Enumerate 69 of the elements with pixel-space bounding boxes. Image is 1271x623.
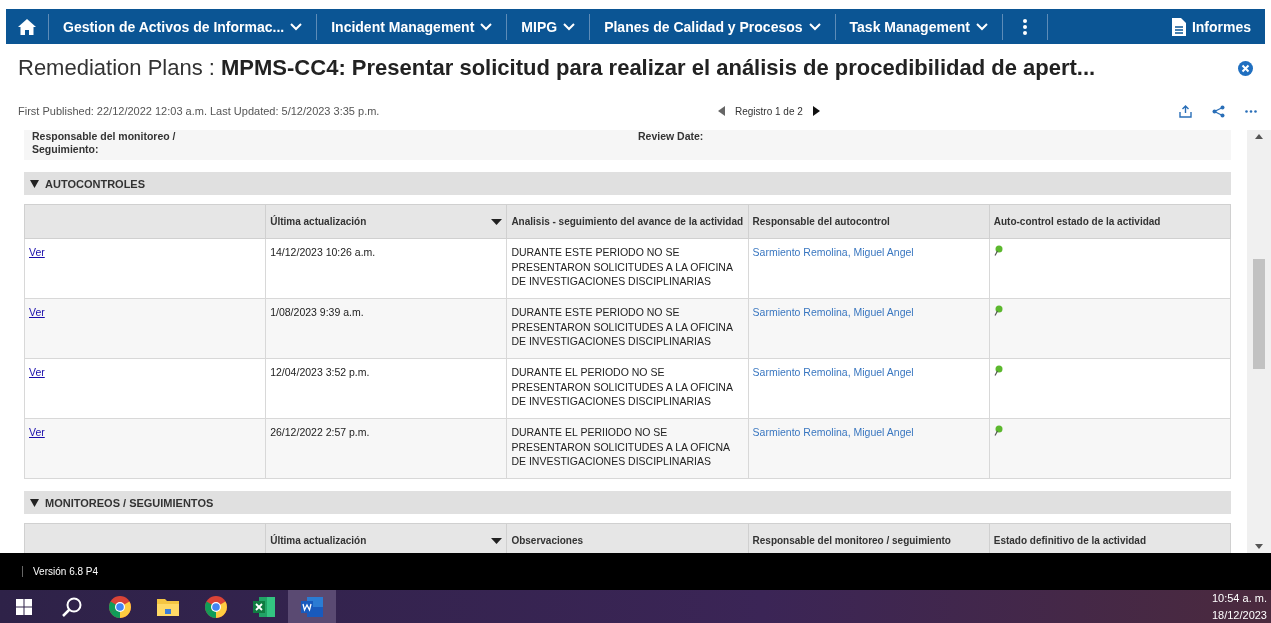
pager-label: Registro 1 de 2 bbox=[735, 105, 803, 117]
clock-date: 18/12/2023 bbox=[1211, 607, 1267, 623]
section-header[interactable]: MONITOREOS / SEGUIMIENTOS bbox=[24, 491, 1231, 514]
chevron-down-icon bbox=[563, 22, 576, 31]
owner-link[interactable]: Sarmiento Remolina, Miguel Angel bbox=[752, 426, 914, 438]
nav-menu[interactable]: Incident Management bbox=[317, 9, 507, 44]
column-label: Responsable del autocontrol bbox=[752, 216, 891, 227]
publish-info: First Published: 22/12/2022 12:03 a.m. Last Updated: 5/12/2023 3:35 p.m. bbox=[18, 105, 381, 117]
chevron-down-icon bbox=[975, 22, 988, 31]
home-icon bbox=[18, 18, 36, 35]
document-icon bbox=[300, 595, 324, 618]
column-label: Responsable del monitoreo / seguimiento bbox=[752, 535, 952, 546]
windows-icon bbox=[16, 598, 32, 615]
chrome-icon bbox=[204, 594, 228, 619]
more-icon[interactable] bbox=[1245, 109, 1257, 113]
column-label: Estado definitivo de la actividad bbox=[993, 535, 1147, 546]
table-cell: 14/12/2023 10:26 a.m. bbox=[265, 238, 507, 299]
column-label: Observaciones bbox=[511, 535, 585, 546]
column-label: Última actualización bbox=[270, 216, 368, 227]
chevron-down-icon bbox=[480, 22, 493, 31]
close-icon[interactable] bbox=[1238, 60, 1253, 76]
caret-icon bbox=[30, 498, 39, 507]
scroll-thumb[interactable] bbox=[1253, 259, 1265, 369]
column-label: Auto-control estado de la actividad bbox=[993, 216, 1162, 227]
table-cell: 12/04/2023 3:52 p.m. bbox=[265, 358, 507, 419]
chevron-down-icon bbox=[290, 22, 303, 31]
table-cell: DURANTE EL PERIIODO NO SE PRESENTARON SOLICITUDES A LA OFICNA DE INVESTIGACIONES DISCIPLINARIAS bbox=[506, 418, 749, 479]
chrome-icon bbox=[108, 594, 132, 619]
sort-caret-icon[interactable] bbox=[491, 537, 503, 544]
share-icon[interactable] bbox=[1212, 104, 1225, 118]
field-label: Review Date: bbox=[638, 130, 705, 144]
table-cell: DURANTE ESTE PERIODO NO SE PRESENTARON SOLICITUDES A LA OFICINA DE INVESTIGACIONES DISCIPLINARIAS bbox=[506, 238, 749, 299]
view-link[interactable]: Ver bbox=[29, 306, 45, 318]
reports-button[interactable]: Informes bbox=[1157, 9, 1265, 44]
owner-link[interactable]: Sarmiento Remolina, Miguel Angel bbox=[752, 246, 914, 258]
table-cell: DURANTE EL PERIODO NO SE PRESENTARON SOLICITUDES A LA OFICINA DE INVESTIGACIONES DISCIPLINARIAS bbox=[506, 358, 749, 419]
view-link[interactable]: Ver bbox=[29, 366, 45, 378]
clock-time: 10:54 a. m. bbox=[1211, 591, 1267, 606]
chevron-down-icon bbox=[808, 22, 821, 31]
next-icon[interactable] bbox=[812, 106, 820, 116]
scroll-up-icon[interactable] bbox=[1255, 134, 1263, 139]
version-label: Versión 6.8 P4 bbox=[22, 566, 99, 577]
spreadsheet-icon bbox=[252, 595, 276, 618]
document-icon bbox=[1171, 17, 1186, 36]
table-cell: DURANTE ESTE PERIODO NO SE PRESENTARON SOLICITUDES A LA OFICINA DE INVESTIGACIONES DISCIPLINARIAS bbox=[506, 298, 749, 359]
view-link[interactable]: Ver bbox=[29, 426, 45, 438]
nav-menu[interactable]: MIPG bbox=[507, 9, 590, 44]
more-vertical-icon bbox=[1022, 18, 1027, 35]
export-icon[interactable] bbox=[1179, 104, 1192, 118]
page-title: Remediation Plans : MPMS-CC4: Presentar solicitud para realizar el análisis de procedibilidad de apert... bbox=[18, 55, 1097, 81]
nav-menu[interactable]: Task Management bbox=[835, 9, 1002, 44]
field-label: Responsable del monitoreo / Seguimiento: bbox=[32, 130, 177, 158]
caret-icon bbox=[30, 179, 39, 188]
nav-menu[interactable]: Planes de Calidad y Procesos bbox=[590, 9, 835, 44]
previous-icon[interactable] bbox=[718, 106, 725, 116]
sort-caret-icon[interactable] bbox=[491, 218, 503, 225]
folder-icon bbox=[156, 596, 180, 617]
scrollbar[interactable] bbox=[1247, 130, 1271, 553]
owner-link[interactable]: Sarmiento Remolina, Miguel Angel bbox=[752, 306, 914, 318]
view-link[interactable]: Ver bbox=[29, 246, 45, 258]
search-icon bbox=[61, 595, 83, 618]
table-cell: 26/12/2022 2:57 p.m. bbox=[265, 418, 507, 479]
column-label: Analisis - seguimiento del avance de la actividad bbox=[511, 216, 744, 227]
section-header[interactable]: AUTOCONTROLES bbox=[24, 172, 1231, 195]
owner-link[interactable]: Sarmiento Remolina, Miguel Angel bbox=[752, 366, 914, 378]
column-label: Última actualización bbox=[270, 535, 368, 546]
table-cell: 1/08/2023 9:39 a.m. bbox=[265, 298, 507, 359]
nav-menu[interactable]: Gestion de Activos de Informac... bbox=[49, 9, 317, 44]
scroll-down-icon[interactable] bbox=[1255, 544, 1263, 549]
